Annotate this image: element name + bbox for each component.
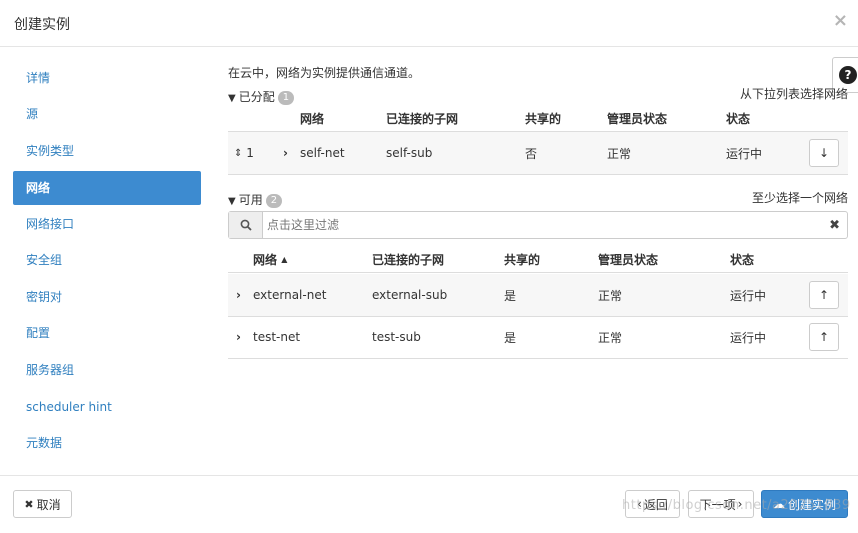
col-admin-state: 管理员状态: [607, 111, 668, 126]
allocated-note: 从下拉列表选择网络: [739, 87, 848, 101]
sidebar-item-configuration[interactable]: 配置: [13, 316, 201, 350]
sidebar-item-network-ports[interactable]: 网络接口: [13, 207, 201, 241]
arrow-up-icon: ↑: [818, 288, 830, 302]
col-shared: 共享的: [504, 252, 541, 267]
subnet-name: test-sub: [372, 330, 421, 344]
chevron-right-icon: ›: [283, 146, 288, 160]
admin-state-value: 正常: [607, 146, 632, 161]
subnet-name: self-sub: [386, 146, 433, 160]
expand-row-button[interactable]: ›: [236, 274, 241, 316]
allocated-count-badge: 1: [277, 91, 295, 105]
networks-panel: 在云中，网络为实例提供通信通道。 ? ▼ 已分配 1 从下拉列表选择网络 网络 已连…: [228, 47, 858, 475]
subnet-name: external-sub: [372, 288, 448, 302]
sidebar-item-details[interactable]: 详情: [13, 61, 201, 95]
sidebar-item-source[interactable]: 源: [13, 97, 201, 131]
status-value: 运行中: [730, 288, 767, 303]
network-name: test-net: [253, 330, 301, 344]
status-value: 运行中: [730, 330, 767, 345]
available-header[interactable]: ▼ 可用 2: [228, 191, 283, 208]
dialog-title: 创建实例: [14, 17, 70, 33]
sidebar-item-key-pair[interactable]: 密钥对: [13, 280, 201, 314]
question-icon: ?: [839, 66, 857, 84]
col-status: 状态: [726, 111, 751, 126]
sidebar-item-flavor[interactable]: 实例类型: [13, 134, 201, 168]
watermark: https://blog.csdn.net/a20251839: [622, 498, 851, 513]
search-icon: [229, 212, 263, 238]
admin-state-value: 正常: [598, 288, 623, 303]
status-value: 运行中: [726, 146, 763, 161]
arrow-up-icon: ↑: [818, 330, 830, 344]
row-order: 1: [246, 146, 254, 160]
drag-handle[interactable]: ⇕ 1: [234, 132, 254, 174]
allocated-table-header: 网络 已连接的子网 共享的 管理员状态 状态: [228, 105, 848, 132]
col-shared: 共享的: [525, 111, 562, 126]
chevron-right-icon: ›: [236, 330, 241, 344]
sidebar-item-metadata[interactable]: 元数据: [13, 426, 201, 460]
available-count-badge: 2: [265, 194, 283, 208]
sidebar-item-server-groups[interactable]: 服务器组: [13, 353, 201, 387]
col-subnets: 已连接的子网: [386, 111, 459, 126]
shared-value: 否: [525, 146, 538, 161]
filter-bar: ✖: [228, 211, 848, 239]
chevron-down-icon: ▼: [228, 196, 236, 207]
clear-filter-icon[interactable]: ✖: [829, 218, 840, 233]
table-row: › external-net external-sub 是 正常 运行中 ↑: [228, 274, 848, 317]
arrow-down-icon: ↓: [818, 146, 830, 160]
close-icon: ✖: [24, 497, 34, 511]
expand-row-button[interactable]: ›: [283, 132, 288, 174]
cancel-button[interactable]: ✖ 取消: [13, 490, 72, 518]
network-name: external-net: [253, 288, 327, 302]
col-network: 网络: [300, 111, 325, 126]
dialog-header: 创建实例 ×: [0, 0, 858, 47]
col-status: 状态: [730, 252, 755, 267]
sidebar-item-security-groups[interactable]: 安全组: [13, 243, 201, 277]
allocate-button[interactable]: ↑: [809, 281, 839, 309]
sidebar-item-networks[interactable]: 网络: [13, 171, 201, 205]
network-name: self-net: [300, 146, 345, 160]
allocated-header[interactable]: ▼ 已分配 1: [228, 88, 295, 105]
close-icon[interactable]: ×: [833, 10, 848, 31]
shared-value: 是: [504, 330, 517, 345]
table-row: › test-net test-sub 是 正常 运行中 ↑: [228, 316, 848, 359]
filter-input[interactable]: [267, 216, 817, 234]
available-note: 至少选择一个网络: [751, 191, 848, 205]
expand-row-button[interactable]: ›: [236, 316, 241, 358]
intro-text: 在云中，网络为实例提供通信通道。: [228, 66, 421, 80]
available-title: 可用: [238, 193, 263, 207]
chevron-right-icon: ›: [236, 288, 241, 302]
col-admin-state: 管理员状态: [598, 252, 659, 267]
admin-state-value: 正常: [598, 330, 623, 345]
col-network-sortable[interactable]: 网络 ▲: [253, 246, 287, 272]
sort-arrows-icon: ⇕: [234, 147, 243, 159]
col-subnets: 已连接的子网: [372, 252, 445, 267]
shared-value: 是: [504, 288, 517, 303]
wizard-sidebar: 详情 源 实例类型 网络 网络接口 安全组 密钥对 配置 服务器组 schedu…: [0, 47, 215, 475]
allocated-title: 已分配: [238, 90, 275, 104]
chevron-down-icon: ▼: [228, 93, 236, 104]
sort-asc-icon: ▲: [281, 254, 288, 264]
available-table-header: 网络 ▲ 已连接的子网 共享的 管理员状态 状态: [228, 246, 848, 273]
table-row: ⇕ 1 › self-net self-sub 否 正常 运行中 ↓: [228, 132, 848, 175]
sidebar-item-scheduler-hint[interactable]: scheduler hint: [13, 390, 201, 424]
deallocate-button[interactable]: ↓: [809, 139, 839, 167]
col-network-label: 网络: [253, 252, 278, 267]
allocate-button[interactable]: ↑: [809, 323, 839, 351]
cancel-label: 取消: [36, 497, 61, 512]
